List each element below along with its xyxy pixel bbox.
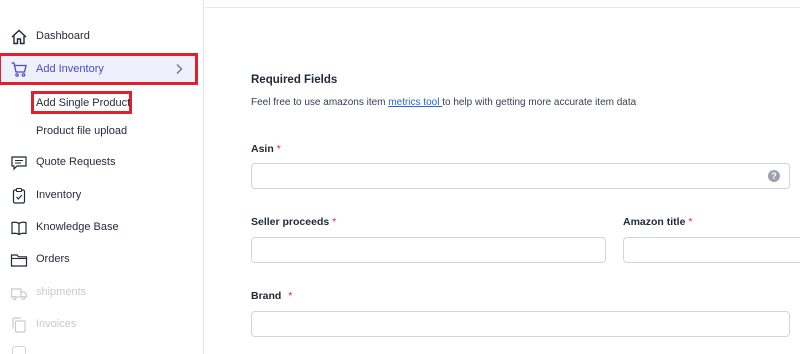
truck-icon [10, 288, 28, 300]
sub-item-product-file-upload[interactable]: Product file upload [36, 125, 127, 137]
book-icon [11, 221, 27, 236]
required-mark: * [276, 143, 281, 155]
partial-icon [12, 346, 26, 354]
sidebar-item-shipments[interactable]: shipments [0, 281, 196, 305]
sidebar: Dashboard Add Inventory Add Single Produ… [0, 0, 204, 354]
sidebar-item-label: Knowledge Base [36, 221, 119, 233]
cart-icon [11, 62, 27, 77]
main-content: Required Fields Feel free to use amazons… [205, 8, 800, 354]
metrics-tool-link[interactable]: metrics tool [388, 97, 442, 108]
seller-proceeds-label: Seller proceeds * [251, 216, 336, 228]
sidebar-item-label: Dashboard [36, 30, 90, 42]
sidebar-item-label: Orders [36, 253, 70, 265]
section-title: Required Fields [251, 74, 338, 86]
clipboard-icon [12, 187, 26, 204]
folder-icon [10, 254, 28, 267]
seller-proceeds-label-text: Seller proceeds [251, 216, 330, 228]
sidebar-item-invoices[interactable]: Invoices [0, 313, 196, 337]
help-icon[interactable]: ? [768, 170, 780, 182]
amazon-title-label: Amazon title * [623, 216, 692, 228]
asin-label: Asin * [251, 143, 281, 155]
required-mark: * [288, 290, 293, 302]
sidebar-item-inventory[interactable]: Inventory [0, 184, 196, 208]
sidebar-item-dashboard[interactable]: Dashboard [0, 25, 196, 49]
section-description: Feel free to use amazons item metrics to… [251, 97, 636, 108]
amazon-title-label-text: Amazon title [623, 216, 686, 228]
sidebar-item-knowledge-base[interactable]: Knowledge Base [0, 216, 196, 240]
amazon-title-input[interactable] [623, 237, 800, 263]
required-mark: * [332, 216, 337, 228]
brand-label-text: Brand [251, 290, 282, 302]
sidebar-item-orders[interactable]: Orders [0, 248, 196, 272]
sidebar-item-label: Inventory [36, 189, 82, 201]
top-bar [205, 0, 800, 8]
sub-item-add-single-product[interactable]: Add Single Product [36, 97, 130, 109]
asin-label-text: Asin [251, 143, 274, 155]
chat-icon [11, 156, 27, 171]
brand-input[interactable] [251, 311, 790, 337]
sidebar-item-quote-requests[interactable]: Quote Requests [0, 151, 196, 175]
sidebar-item-label: Invoices [36, 318, 77, 330]
sidebar-item-label: Add Inventory [36, 63, 104, 75]
description-text-end: to help with getting more accurate item … [442, 97, 637, 108]
description-text: Feel free to use amazons item [251, 97, 389, 108]
sidebar-item-label: Quote Requests [36, 156, 116, 168]
sidebar-item-add-inventory[interactable]: Add Inventory [0, 53, 198, 85]
required-mark: * [688, 216, 693, 228]
brand-label: Brand * [251, 290, 292, 302]
sidebar-item-label: shipments [36, 286, 87, 298]
asin-input[interactable]: ? [251, 163, 790, 189]
home-icon [11, 29, 27, 45]
chevron-right-icon [176, 64, 183, 74]
seller-proceeds-input[interactable] [251, 237, 606, 263]
copy-icon [12, 317, 26, 333]
